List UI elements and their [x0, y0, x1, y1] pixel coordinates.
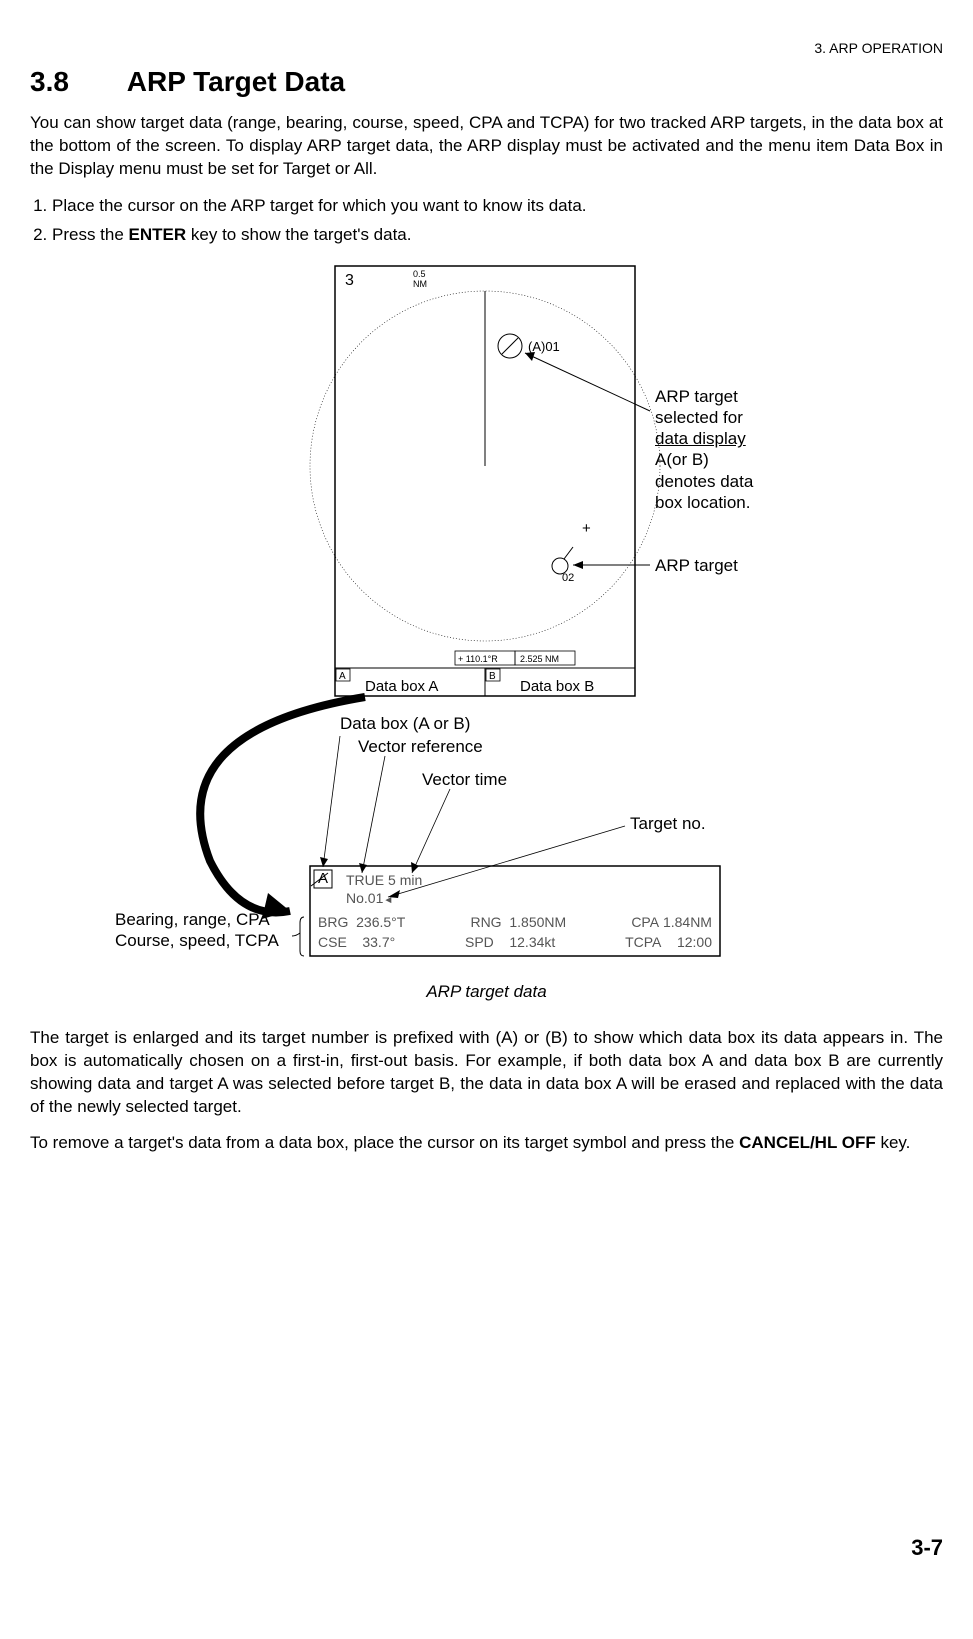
- annot-line: Bearing, range, CPA: [115, 910, 270, 929]
- section-title: ARP Target Data: [127, 66, 345, 97]
- annot-arp-target: ARP target: [655, 555, 738, 576]
- steps-list: Place the cursor on the ARP target for w…: [30, 195, 943, 247]
- step-1: Place the cursor on the ARP target for w…: [52, 195, 943, 218]
- db-header-line: TRUE 5 min: [346, 872, 422, 888]
- range-val: 0.5: [413, 269, 426, 279]
- para3-pre: To remove a target's data from a data bo…: [30, 1133, 739, 1152]
- annot-line: selected for: [655, 408, 743, 427]
- annot-line: denotes data: [655, 472, 753, 491]
- para3-post: key.: [876, 1133, 911, 1152]
- figure: 3 0.5 NM (A)01 02 + + 110.1°R 2.525 NM A…: [30, 261, 943, 1021]
- step-2-post: key to show the target's data.: [186, 225, 411, 244]
- annot-line: Course, speed, TCPA: [115, 931, 279, 950]
- enter-key: ENTER: [129, 225, 187, 244]
- annot-vecref: Vector reference: [358, 736, 483, 757]
- cursor-brg: + 110.1°R: [458, 654, 498, 664]
- data-box-b-text: Data box B: [520, 678, 594, 695]
- paragraph-3: To remove a target's data from a data bo…: [30, 1132, 943, 1155]
- chapter-header: 3. ARP OPERATION: [30, 40, 943, 56]
- cancel-key: CANCEL/HL OFF: [739, 1133, 876, 1152]
- db-vectime: 5 min: [388, 872, 422, 888]
- annot-line: data display: [655, 429, 746, 448]
- intro-paragraph: You can show target data (range, bearing…: [30, 112, 943, 181]
- range-unit: NM: [413, 279, 427, 289]
- annot-line: ARP target: [655, 387, 738, 406]
- annot-vectime: Vector time: [422, 769, 507, 790]
- box-a-id: A: [339, 671, 346, 682]
- step-2-pre: Press the: [52, 225, 129, 244]
- annot-selected: ARP target selected for data display A(o…: [655, 386, 753, 514]
- section-number: 3.8: [30, 66, 120, 98]
- range-scale: 3: [345, 272, 354, 289]
- figure-caption: ARP target data: [30, 981, 943, 1002]
- data-box-a-text: Data box A: [365, 678, 438, 695]
- db-row2: CSE 33.7° SPD 12.34kt TCPA 12:00: [318, 934, 712, 950]
- db-targetno: No.01◄: [346, 890, 393, 906]
- cursor-mark: +: [582, 520, 591, 537]
- annot-line: A(or B): [655, 450, 709, 469]
- data-box-detail: A TRUE 5 min No.01◄ BRG 236.5°T RNG 1.85…: [310, 866, 720, 956]
- box-b-id: B: [489, 671, 496, 682]
- db-id: A: [318, 870, 328, 887]
- section-heading: 3.8 ARP Target Data: [30, 66, 943, 98]
- target-b-label: 02: [562, 572, 574, 584]
- annot-line: box location.: [655, 493, 750, 512]
- paragraph-2: The target is enlarged and its target nu…: [30, 1027, 943, 1119]
- db-row1: BRG 236.5°T RNG 1.850NM CPA 1.84NM: [318, 914, 712, 930]
- page-number: 3-7: [30, 1535, 943, 1561]
- db-vecref: TRUE: [346, 872, 384, 888]
- step-2: Press the ENTER key to show the target's…: [52, 224, 943, 247]
- annot-brc: Bearing, range, CPA Course, speed, TCPA: [115, 909, 279, 952]
- target-a-label: (A)01: [528, 339, 560, 354]
- annot-targetno: Target no.: [630, 813, 706, 834]
- annot-databox: Data box (A or B): [340, 713, 470, 734]
- cursor-rng: 2.525 NM: [520, 654, 559, 664]
